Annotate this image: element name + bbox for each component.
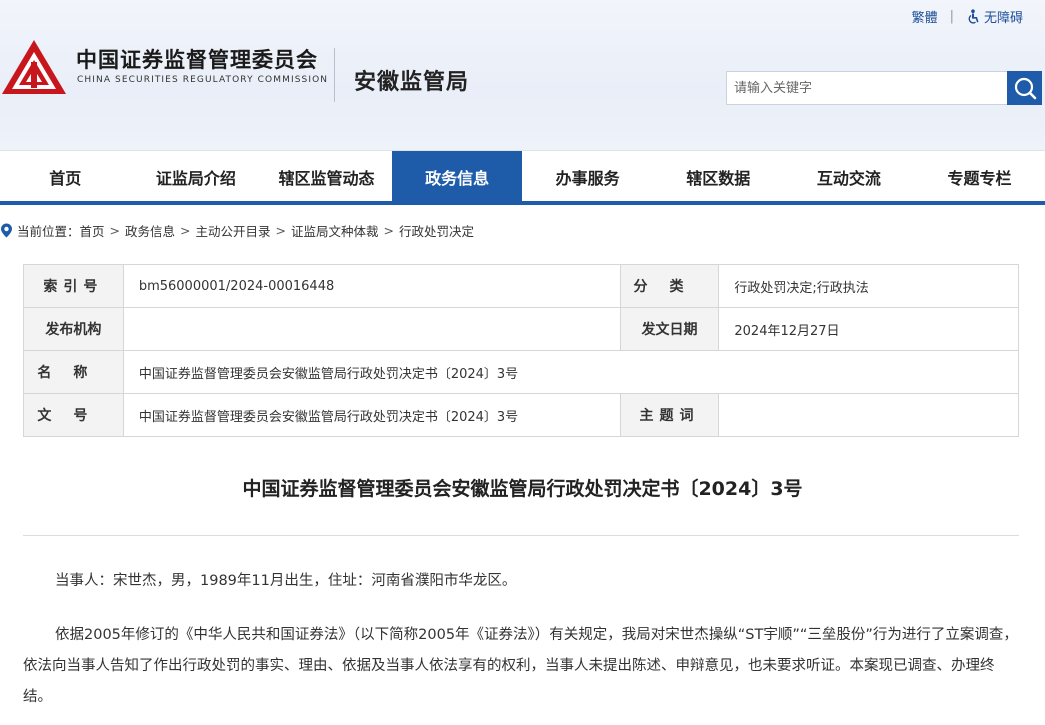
nav-item-interaction[interactable]: 互动交流 <box>784 151 915 202</box>
publisher-value <box>122 307 621 351</box>
issue-date-value: 2024年12月27日 <box>718 307 1019 351</box>
document-info-table: 索引号 bm56000001/2024-00016448 分类 行政处罚决定;行… <box>23 264 1020 437</box>
traditional-chinese-link[interactable]: 繁體 <box>912 7 938 26</box>
breadcrumb-item-public-directory[interactable]: 主动公开目录 <box>196 221 271 240</box>
top-links: 繁體 | 无障碍 <box>912 6 1023 26</box>
table-row: 文号 中国证券监督管理委员会安徽监管局行政处罚决定书〔2024〕3号 主题词 <box>23 393 1019 437</box>
search-icon <box>1014 77 1036 100</box>
document-name-label: 名称 <box>23 350 124 394</box>
category-value: 行政处罚决定;行政执法 <box>718 264 1019 308</box>
accessibility-icon[interactable] <box>966 8 980 24</box>
document-name-value: 中国证券监督管理委员会安徽监管局行政处罚决定书〔2024〕3号 <box>122 350 1020 394</box>
article-title: 中国证券监督管理委员会安徽监管局行政处罚决定书〔2024〕3号 <box>242 478 803 500</box>
breadcrumb-item-document-types[interactable]: 证监局文种体裁 <box>291 221 379 240</box>
nav-item-services[interactable]: 办事服务 <box>522 151 653 202</box>
breadcrumb-item-penalty-decisions[interactable]: 行政处罚决定 <box>399 221 474 240</box>
issue-date-label: 发文日期 <box>619 307 720 351</box>
nav-item-government-info[interactable]: 政务信息 <box>391 151 523 202</box>
csrc-logo-icon[interactable] <box>0 38 68 96</box>
breadcrumb-item-government-info[interactable]: 政务信息 <box>125 221 175 240</box>
accessibility-link[interactable]: 无障碍 <box>984 7 1023 26</box>
document-number-label: 文号 <box>23 393 124 437</box>
breadcrumb-separator: > <box>383 222 395 238</box>
nav-item-bureau-intro[interactable]: 证监局介绍 <box>131 151 262 202</box>
keywords-label: 主题词 <box>619 393 720 437</box>
breadcrumb-separator: > <box>180 222 191 238</box>
table-row: 名称 中国证券监督管理委员会安徽监管局行政处罚决定书〔2024〕3号 <box>23 350 1020 394</box>
main-nav: 首页 证监局介绍 辖区监管动态 政务信息 办事服务 辖区数据 互动交流 专题专栏 <box>0 150 1045 205</box>
index-number-label: 索引号 <box>23 264 124 308</box>
top-links-separator: | <box>949 8 954 24</box>
location-pin-icon <box>0 223 13 238</box>
site-header: 繁體 | 无障碍 中国证券监督管理委员会 CHINA SECURITIES RE… <box>0 0 1045 150</box>
breadcrumb-prefix: 当前位置： <box>17 223 80 239</box>
nav-item-special-topics[interactable]: 专题专栏 <box>914 151 1045 202</box>
logo-english-name: CHINA SECURITIES REGULATORY COMMISSION <box>77 75 329 85</box>
title-divider <box>23 535 1019 536</box>
table-row: 发布机构 发文日期 2024年12月27日 <box>23 307 1019 351</box>
search-button[interactable] <box>1007 71 1042 105</box>
keywords-value <box>718 393 1019 437</box>
article-paragraph: 依据2005年修订的《中华人民共和国证券法》（以下简称2005年《证券法》）有关… <box>23 627 1018 705</box>
breadcrumb-separator: > <box>109 222 121 238</box>
nav-item-regional-data[interactable]: 辖区数据 <box>653 151 784 202</box>
nav-item-regulatory-news[interactable]: 辖区监管动态 <box>261 151 392 202</box>
search-input[interactable] <box>727 72 1007 104</box>
article-paragraph: 当事人：宋世杰，男，1989年11月出生，住址：河南省濮阳市华龙区。 <box>55 573 517 589</box>
index-number-value: bm56000001/2024-00016448 <box>122 264 621 308</box>
logo-chinese-name: 中国证券监督管理委员会 <box>76 48 318 72</box>
document-number-value: 中国证券监督管理委员会安徽监管局行政处罚决定书〔2024〕3号 <box>122 393 621 437</box>
logo-divider <box>334 48 335 102</box>
category-label: 分类 <box>619 264 720 308</box>
nav-item-home[interactable]: 首页 <box>0 151 131 202</box>
breadcrumb: 当前位置： 首页 > 政务信息 > 主动公开目录 > 证监局文种体裁 > 行政处… <box>0 221 474 239</box>
table-row: 索引号 bm56000001/2024-00016448 分类 行政处罚决定;行… <box>23 264 1019 308</box>
bureau-name: 安徽监管局 <box>354 70 470 95</box>
publisher-label: 发布机构 <box>23 307 124 351</box>
search-box <box>726 71 1008 105</box>
breadcrumb-item-home[interactable]: 首页 <box>80 221 105 240</box>
breadcrumb-separator: > <box>275 222 287 238</box>
